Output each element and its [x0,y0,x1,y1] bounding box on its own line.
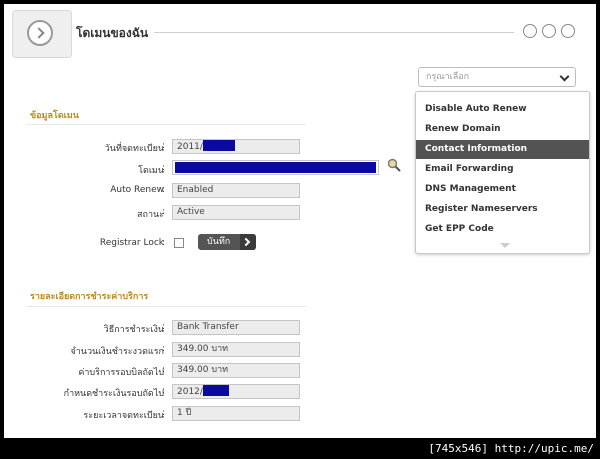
chevron-down-icon [559,71,570,82]
section-divider [26,124,306,125]
next-due-field: 2012/ [172,384,300,399]
redacted-block [202,385,229,396]
domain-info-title: ข้อมูลโดเมน [30,111,79,121]
menu-item-email-forwarding[interactable]: Email Forwarding [416,160,589,179]
menu-item-register-nameservers[interactable]: Register Nameservers [416,200,589,219]
section-divider [26,306,306,307]
recurring-label: ค่าบริการรอบบิลถัดไป [78,368,164,378]
page-frame: โดเมนของฉัน ข้อมูลโดเมน วันที่จดทะเบียน … [4,4,596,438]
watermark: [745x546] http://upic.me/ [428,442,594,455]
colon: : [162,185,166,195]
colon: : [162,386,166,396]
chevron-right-icon [240,234,256,250]
redacted-block [175,162,376,173]
colon: : [162,408,166,418]
domain-field [172,160,379,175]
reg-period-field: 1 ปี [172,406,300,421]
page-title: โดเมนของฉัน [76,26,149,40]
auto-renew-field: Enabled [172,183,300,198]
colon: : [162,365,166,375]
select-placeholder: กรุณาเลือก [426,72,470,82]
colon: : [162,163,166,173]
status-field: Active [172,205,300,220]
recurring-field: 349.00 บาท [172,363,300,378]
next-due-label: กำหนดชำระเงินรอบถัดไป [63,389,164,399]
reg-date-field: 2011/ [172,139,300,154]
reg-date-value: 2011/ [177,142,203,152]
colon: : [162,238,166,248]
next-due-value: 2012/ [177,387,203,397]
magnifier-icon[interactable] [387,158,401,172]
colon: : [162,322,166,332]
colon: : [162,207,166,217]
payment-title: รายละเอียดการชำระค่าบริการ [30,292,149,302]
menu-item-disable-auto-renew[interactable]: Disable Auto Renew [416,100,589,119]
scroll-down-icon[interactable] [500,243,510,248]
registrar-lock-label: Registrar Lock [99,238,164,248]
redacted-block [202,140,235,151]
title-divider [154,32,514,33]
colon: : [162,344,166,354]
auto-renew-label: Auto Renew [110,185,164,195]
menu-item-get-epp-code[interactable]: Get EPP Code [416,220,589,239]
menu-item-dns-management[interactable]: DNS Management [416,180,589,199]
back-arrow-icon[interactable] [27,20,53,46]
action-select[interactable]: กรุณาเลือก [418,67,576,87]
save-button-label: บันทึก [207,237,231,247]
back-tab [12,10,72,58]
domain-label: โดเมน [138,166,164,176]
first-payment-field: 349.00 บาท [172,342,300,357]
save-button[interactable]: บันทึก [198,234,256,250]
menu-item-renew-domain[interactable]: Renew Domain [416,120,589,139]
circle-icon [523,24,537,38]
reg-period-label: ระยะเวลาจดทะเบียน [83,411,164,421]
colon: : [162,141,166,151]
first-payment-label: จำนวนเงินชำระงวดแรก [70,347,164,357]
action-menu: Disable Auto Renew Renew Domain Contact … [415,91,590,254]
payment-method-field: Bank Transfer [172,320,300,335]
circle-icon [561,24,575,38]
payment-method-label: วิธีการชำระเงิน [103,325,164,335]
registrar-lock-checkbox[interactable] [174,238,184,248]
reg-date-label: วันที่จดทะเบียน [104,144,164,154]
menu-item-contact-information[interactable]: Contact Information [416,140,589,159]
status-label: สถานะ [137,210,164,220]
circle-icon [542,24,556,38]
